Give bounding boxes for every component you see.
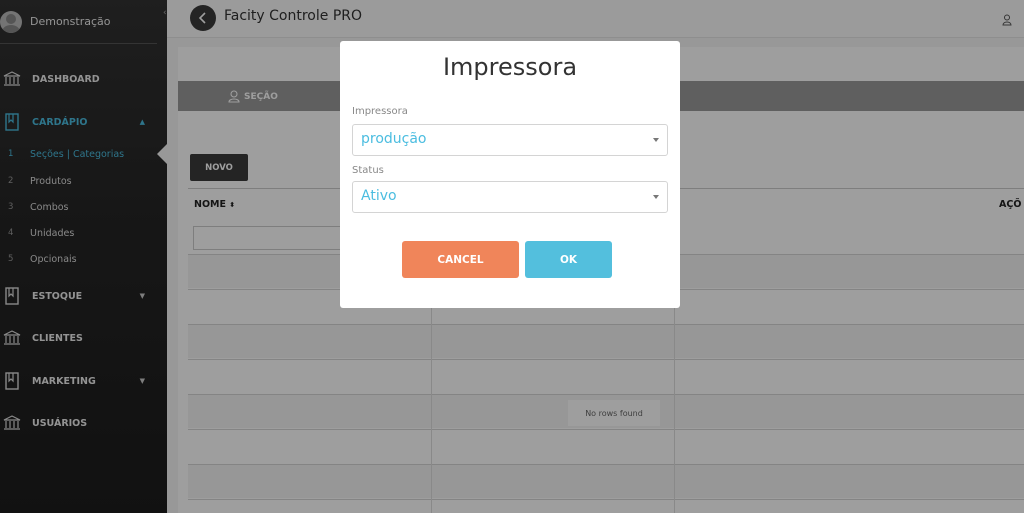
ok-button[interactable]: OK bbox=[525, 241, 612, 278]
printer-label: Impressora bbox=[352, 106, 408, 117]
status-select-value: Ativo bbox=[361, 188, 397, 204]
printer-select[interactable]: produção bbox=[352, 124, 668, 156]
caret-down-icon bbox=[653, 138, 659, 142]
printer-select-value: produção bbox=[361, 131, 427, 147]
status-label: Status bbox=[352, 165, 384, 176]
caret-down-icon bbox=[653, 195, 659, 199]
cancel-button[interactable]: CANCEL bbox=[402, 241, 519, 278]
status-select[interactable]: Ativo bbox=[352, 181, 668, 213]
dialog-title: Impressora bbox=[442, 53, 578, 81]
printer-dialog: Impressora Impressora produção Status At… bbox=[340, 41, 680, 308]
